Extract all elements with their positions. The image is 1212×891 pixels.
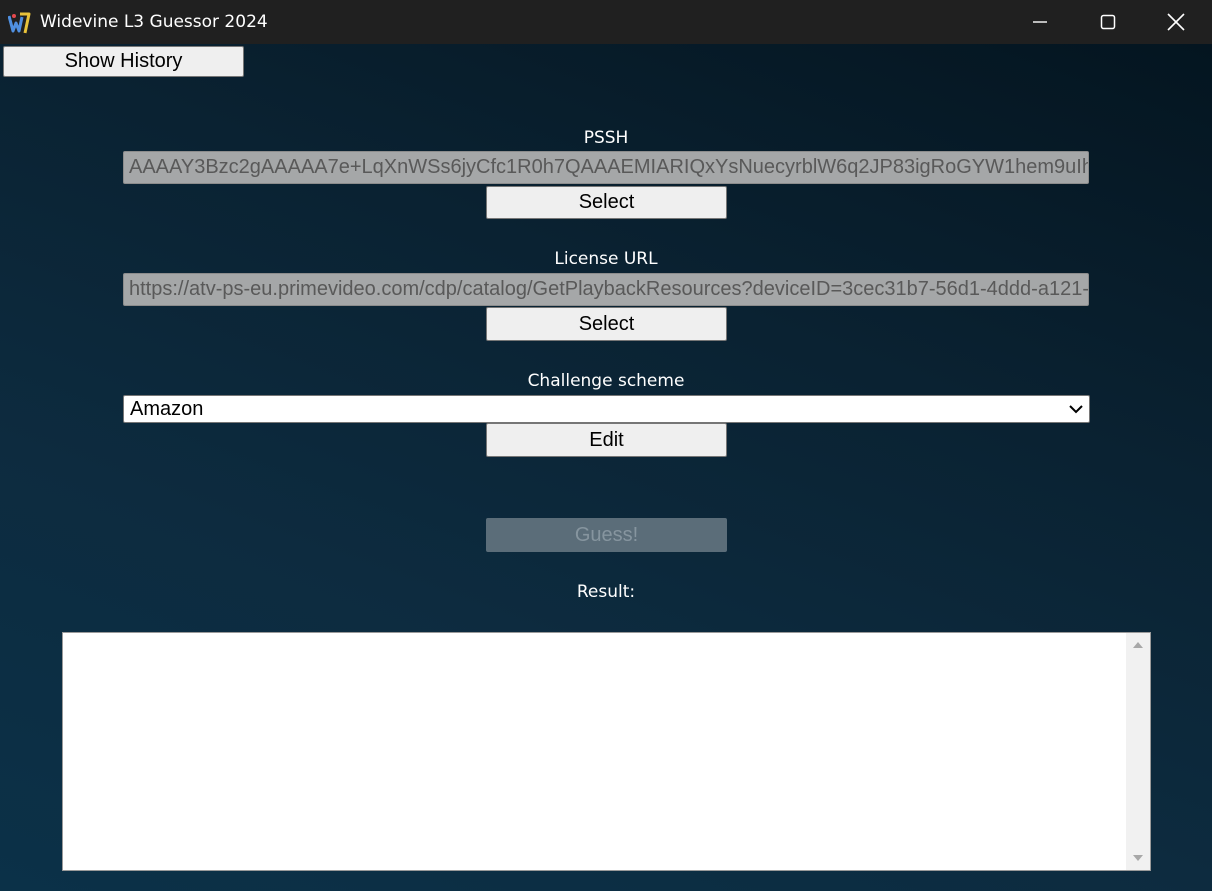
minimize-button[interactable] [1006, 0, 1074, 44]
minimize-icon [1033, 21, 1047, 23]
maximize-button[interactable] [1074, 0, 1142, 44]
challenge-scheme-dropdown[interactable]: Amazon [123, 395, 1090, 423]
show-history-button[interactable]: Show History [3, 46, 244, 77]
chevron-down-icon [1069, 405, 1083, 414]
title-bar[interactable]: Widevine L3 Guessor 2024 [0, 0, 1212, 44]
license-url-label: License URL [554, 249, 658, 269]
pssh-label: PSSH [583, 128, 629, 148]
app-logo-icon [8, 11, 32, 35]
scroll-up-arrow-icon[interactable] [1132, 641, 1144, 649]
app-window: Widevine L3 Guessor 2024 Show History PS… [0, 0, 1212, 891]
main-panel: Show History PSSH AAAAY3Bzc2gAAAAA7e+LqX… [0, 44, 1212, 891]
result-scrollbar[interactable] [1126, 633, 1150, 870]
scroll-down-arrow-icon[interactable] [1132, 854, 1144, 862]
license-url-select-button[interactable]: Select [486, 307, 727, 341]
close-icon [1167, 13, 1185, 31]
challenge-scheme-label: Challenge scheme [527, 371, 685, 391]
close-button[interactable] [1142, 0, 1210, 44]
result-textarea[interactable] [62, 632, 1151, 871]
edit-scheme-button[interactable]: Edit [486, 423, 727, 457]
result-label: Result: [576, 582, 636, 602]
window-title: Widevine L3 Guessor 2024 [40, 12, 268, 32]
license-url-field[interactable]: https://atv-ps-eu.primevideo.com/cdp/cat… [123, 273, 1089, 306]
pssh-field[interactable]: AAAAY3Bzc2gAAAAA7e+LqXnWSs6jyCfc1R0h7QAA… [123, 151, 1089, 184]
pssh-select-button[interactable]: Select [486, 186, 727, 219]
challenge-scheme-value: Amazon [130, 398, 204, 420]
guess-button[interactable]: Guess! [486, 518, 727, 552]
maximize-icon [1100, 14, 1116, 30]
